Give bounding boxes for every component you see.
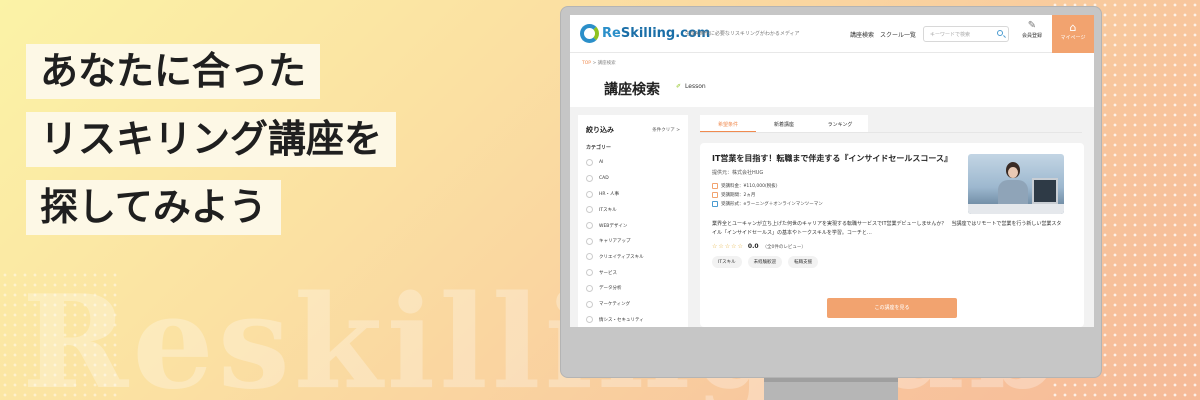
category-option[interactable]: マーケティング xyxy=(586,296,680,312)
category-label: マーケティング xyxy=(599,302,631,308)
rating-stars-icon: ☆☆☆☆☆ xyxy=(712,243,744,250)
search-placeholder: キーワードで検索 xyxy=(930,32,971,38)
fee-icon xyxy=(712,182,718,189)
monitor-frame: ReSkilling.com 生成AI時代に必要なリスキリングがわかるメディア … xyxy=(560,6,1102,378)
page-subtitle: ✐ Lesson xyxy=(676,83,706,90)
category-label: サービス xyxy=(599,270,617,276)
category-label: クリエイティブスキル xyxy=(599,254,644,260)
radio-icon[interactable] xyxy=(586,175,593,183)
pencil-icon: ✐ xyxy=(676,83,682,90)
filter-sidebar: 絞り込み 条件クリア > カテゴリー AI CAD HR・人事 ITスキル WEBデザイ… xyxy=(578,115,688,327)
category-label: CAD xyxy=(599,176,609,182)
category-option[interactable]: ITスキル xyxy=(586,202,680,218)
nav-course-search[interactable]: 講座検索 xyxy=(850,30,874,39)
view-course-button[interactable]: この講座を見る xyxy=(827,298,957,318)
monitor-illustration xyxy=(1032,178,1058,204)
category-option[interactable]: CAD xyxy=(586,171,680,187)
tab-new-courses[interactable]: 新着講座 xyxy=(756,115,812,133)
nav-school-list[interactable]: スクール一覧 xyxy=(880,30,916,39)
radio-icon[interactable] xyxy=(586,206,593,214)
course-tabs: 希望条件 新着講座 ランキング xyxy=(700,115,1082,133)
register-icon: ✎ xyxy=(1027,20,1037,31)
category-option[interactable]: WEBデザイン xyxy=(586,218,680,234)
course-tag[interactable]: ITスキル xyxy=(712,256,742,268)
period-icon xyxy=(712,191,718,198)
category-option[interactable]: キャリアアップ xyxy=(586,233,680,249)
course-card: IT営業を目指す！転職まで伴走する『インサイドセールスコース』 提供元：株式会社… xyxy=(700,143,1084,327)
course-description: 業界全とユーキャンが立ち上げた何世のキャリアを実現する転職サービスでIT営業デビ… xyxy=(712,221,1062,236)
register-button[interactable]: ✎ 会員登録 xyxy=(1018,20,1046,39)
category-option[interactable]: HR・人事 xyxy=(586,186,680,202)
search-icon[interactable] xyxy=(997,30,1003,36)
filter-clear-link[interactable]: 条件クリア > xyxy=(652,127,680,133)
category-option[interactable]: クリエイティブスキル xyxy=(586,249,680,265)
logo-mark-icon xyxy=(580,24,599,43)
category-label: データ分析 xyxy=(599,286,622,292)
headline-line-2: リスキリング講座を xyxy=(26,112,397,167)
radio-icon[interactable] xyxy=(586,222,593,230)
radio-icon[interactable] xyxy=(586,284,593,292)
rating-review-count: （全0件のレビュー） xyxy=(762,244,806,250)
category-label: キャリアアップ xyxy=(599,239,631,245)
page-title: 講座検索 xyxy=(604,82,660,98)
monitor-stand xyxy=(764,378,898,400)
category-label: AI xyxy=(599,160,604,166)
mypage-label: マイページ xyxy=(1060,35,1086,41)
category-option[interactable]: サービス xyxy=(586,265,680,281)
tab-preferred-conditions[interactable]: 希望条件 xyxy=(700,115,756,133)
breadcrumb: TOP > 講座検索 xyxy=(582,60,616,66)
headline-line-1: あなたに合った xyxy=(26,44,321,99)
search-input[interactable]: キーワードで検索 xyxy=(923,26,1009,42)
register-label: 会員登録 xyxy=(1021,33,1042,39)
course-tag[interactable]: 転職支援 xyxy=(788,256,819,268)
breadcrumb-current: > 講座検索 xyxy=(592,61,616,66)
category-list: AI CAD HR・人事 ITスキル WEBデザイン キャリアアップクリエイティブスキルサ… xyxy=(586,155,680,327)
radio-icon[interactable] xyxy=(586,269,593,277)
radio-icon[interactable] xyxy=(586,237,593,245)
banner-headline: あなたに合った リスキリング講座を 探してみよう xyxy=(26,44,397,248)
course-tags: ITスキル 未経験歓迎 転職支援 xyxy=(712,256,1072,268)
category-option[interactable]: データ分析 xyxy=(586,281,680,297)
category-option[interactable]: AI xyxy=(586,155,680,171)
home-icon: ⌂ xyxy=(1069,21,1077,34)
course-title[interactable]: IT営業を目指す！転職まで伴走する『インサイドセールスコース』 xyxy=(712,153,962,164)
category-option[interactable]: 情シス・セキュリティ xyxy=(586,312,680,327)
radio-icon[interactable] xyxy=(586,300,593,308)
main-content: 絞り込み 条件クリア > カテゴリー AI CAD HR・人事 ITスキル WEBデザイ… xyxy=(570,107,1094,327)
tab-divider xyxy=(700,132,1082,133)
site-header: ReSkilling.com 生成AI時代に必要なリスキリングがわかるメディア … xyxy=(570,15,1094,53)
radio-icon[interactable] xyxy=(586,190,593,198)
breadcrumb-top-link[interactable]: TOP xyxy=(582,61,591,66)
course-image[interactable] xyxy=(968,154,1064,214)
radio-icon[interactable] xyxy=(586,316,593,324)
category-title: カテゴリー xyxy=(586,145,612,151)
mypage-button[interactable]: ⌂ マイページ xyxy=(1052,15,1094,53)
category-label: 情シス・セキュリティ xyxy=(599,317,644,323)
category-label: ITスキル xyxy=(599,207,617,213)
rating-score: 0.0 xyxy=(747,243,759,250)
monitor-screen: ReSkilling.com 生成AI時代に必要なリスキリングがわかるメディア … xyxy=(570,15,1094,327)
category-label: WEBデザイン xyxy=(599,223,628,229)
headline-line-3: 探してみよう xyxy=(26,180,281,235)
desk-illustration xyxy=(968,204,1064,214)
radio-icon[interactable] xyxy=(586,159,593,167)
site-tagline: 生成AI時代に必要なリスキリングがわかるメディア xyxy=(685,31,800,37)
format-icon xyxy=(712,200,718,207)
tab-ranking[interactable]: ランキング xyxy=(812,115,868,133)
course-tag[interactable]: 未経験歓迎 xyxy=(747,256,783,268)
course-rating: ☆☆☆☆☆ 0.0 （全0件のレビュー） xyxy=(712,243,1072,250)
radio-icon[interactable] xyxy=(586,253,593,261)
category-label: HR・人事 xyxy=(599,192,620,198)
